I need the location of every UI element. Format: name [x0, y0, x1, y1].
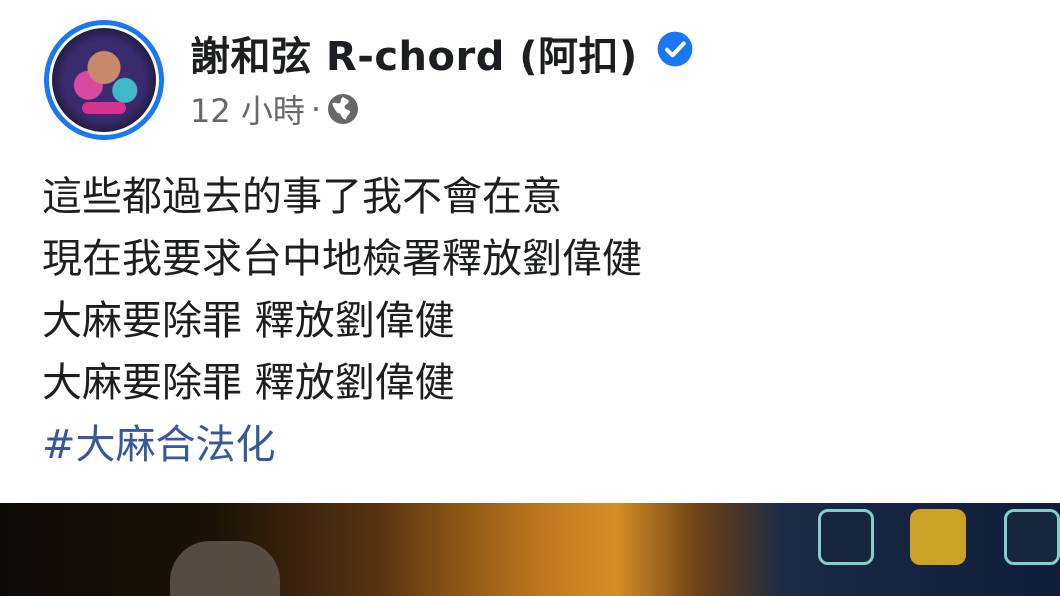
hashtag-link[interactable]: #大麻合法化 [42, 414, 276, 476]
app-icon [818, 509, 874, 565]
post-text-line: 大麻要除罪 釋放劉偉健 [42, 360, 455, 406]
globe-icon[interactable] [325, 91, 361, 127]
media-cloud-shape [170, 541, 280, 596]
meta-separator: · [310, 90, 322, 128]
post-media[interactable] [0, 503, 1060, 596]
author-name[interactable]: 謝和弦 R-chord (阿扣) [190, 24, 638, 82]
post-timestamp[interactable]: 12 小時 [190, 86, 305, 132]
app-icon [910, 509, 966, 565]
app-icon [1004, 509, 1060, 565]
post-body: 這些都過去的事了我不會在意 現在我要求台中地檢署釋放劉偉健 大麻要除罪 釋放劉偉… [42, 166, 1042, 476]
post-text-line: 大麻要除罪 釋放劉偉健 [42, 298, 455, 344]
verified-badge-icon [657, 31, 693, 67]
post-text-line: 現在我要求台中地檢署釋放劉偉健 [42, 236, 642, 282]
post-meta: 12 小時 · [190, 88, 361, 130]
avatar-badge [82, 102, 126, 114]
post-text-line: 這些都過去的事了我不會在意 [42, 174, 562, 220]
avatar[interactable] [52, 28, 156, 132]
